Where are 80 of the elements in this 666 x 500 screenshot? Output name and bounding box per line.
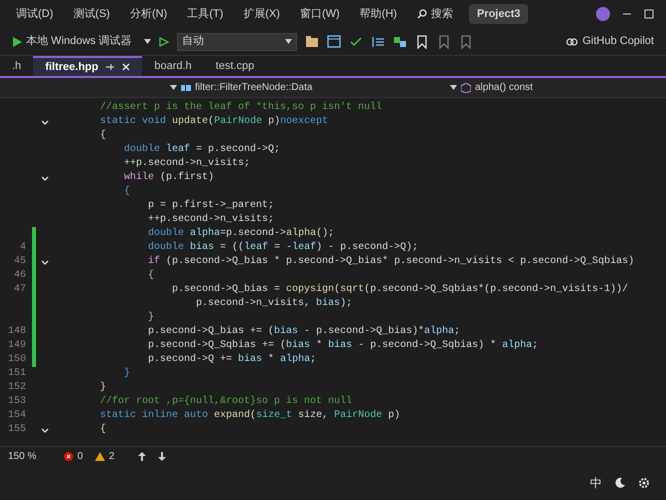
close-icon	[122, 63, 130, 71]
caret-icon	[144, 39, 151, 44]
menu-item[interactable]: 工具(T)	[183, 6, 228, 22]
code-line: while (p.first)	[123, 171, 214, 185]
code-line: p.second->n_visits, bias);	[195, 297, 352, 311]
error-icon	[64, 452, 74, 461]
code-line: {	[147, 269, 154, 283]
menu-item[interactable]: 帮助(H)	[356, 6, 401, 22]
code-line: {	[99, 423, 106, 437]
moon-icon	[614, 477, 626, 489]
menu-item[interactable]: 测试(S)	[69, 6, 114, 22]
search-icon	[416, 9, 427, 19]
code-line: static void update(PairNode p)noexcept	[99, 115, 328, 129]
code-line: double bias = ((leaf = -leaf) - p.second->Q);	[147, 241, 418, 255]
copilot-button[interactable]: GitHub Copilot	[562, 33, 658, 50]
project-name: Project3	[468, 4, 528, 24]
code-line: p.second->Q_bias = copysign(sqrt(p.second->Q_Sqbias*(p.second->n_visits-1))/	[171, 283, 628, 297]
menu-item[interactable]: 分析(N)	[126, 6, 172, 22]
line-number: 149	[8, 340, 26, 351]
code-line: }	[123, 367, 130, 381]
indent-icon	[370, 34, 385, 48]
code-line: //assert p is the leaf of *this,so p isn't null	[99, 101, 382, 115]
line-number: 151	[8, 368, 26, 379]
down-arrow-icon	[158, 452, 166, 461]
avatar-icon	[596, 7, 610, 21]
code-line: {	[123, 185, 130, 199]
line-number: 150	[8, 354, 26, 365]
zoom-level[interactable]: 150 %	[8, 449, 36, 464]
folder-icon	[304, 34, 319, 48]
play-icon	[12, 36, 22, 46]
code-line: {	[99, 129, 106, 143]
play-outline-icon	[158, 36, 169, 46]
code-line: p.second->Q += bias * alpha;	[147, 353, 316, 367]
file-tab[interactable]: filtree.hpp	[33, 56, 142, 76]
menu-item[interactable]: 窗口(W)	[296, 6, 344, 22]
file-tab[interactable]: board.h	[142, 56, 204, 76]
settings-icon	[638, 477, 650, 489]
file-tab[interactable]: .h	[0, 56, 34, 76]
code-line: ++p.second->n_visits;	[147, 213, 274, 227]
input-method-indicator[interactable]: 中	[590, 474, 602, 492]
error-count: 0	[77, 450, 83, 464]
caret-icon	[284, 39, 292, 44]
caret-icon	[450, 85, 457, 90]
code-line: if (p.second->Q_bias * p.second->Q_bias* p.second->n_visits < p.second->Q_Sqbias)	[147, 255, 634, 269]
line-number: 152	[8, 382, 26, 393]
member-dropdown[interactable]: alpha() const	[450, 80, 533, 95]
window-icon	[326, 34, 341, 48]
maximize-icon	[644, 9, 654, 19]
line-number: 155	[8, 424, 26, 435]
run-button[interactable]: 本地 Windows 调试器	[8, 33, 136, 50]
warning-icon	[94, 452, 105, 461]
line-number: 47	[14, 284, 26, 295]
code-line: double leaf = p.second->Q;	[123, 143, 280, 157]
search-button[interactable]: 搜索	[412, 6, 457, 22]
code-line: p = p.first->_parent;	[147, 199, 274, 213]
line-number: 154	[8, 410, 26, 421]
code-line: p.second->Q_bias += (bias - p.second->Q_bias)*alpha;	[147, 325, 460, 339]
config-dropdown[interactable]: 自动	[176, 32, 297, 50]
menu-item[interactable]: 调试(D)	[12, 6, 58, 22]
code-line: double alpha=p.second->alpha();	[147, 227, 334, 241]
caret-icon	[170, 85, 177, 90]
code-line: p.second->Q_Sqbias += (bias * bias - p.second->Q_Sqbias) * alpha;	[147, 339, 538, 353]
line-number: 46	[14, 270, 26, 281]
code-line: static inline auto expand(size_t size, PairNode p)	[99, 409, 400, 423]
bookmark-icon	[436, 34, 451, 48]
menu-item[interactable]: 扩展(X)	[239, 6, 284, 22]
line-number: 4	[20, 242, 26, 253]
code-line: //for root ,p={null,&root}so p is not null	[99, 395, 352, 409]
code-line: }	[99, 381, 106, 395]
code-line: }	[147, 311, 154, 325]
code-line: ++p.second->n_visits;	[123, 157, 250, 171]
line-number: 45	[14, 256, 26, 267]
line-number: 153	[8, 396, 26, 407]
file-tab[interactable]: test.cpp	[204, 56, 266, 76]
bookmark-icon	[414, 34, 429, 48]
bookmark-icon	[458, 34, 473, 48]
scope-dropdown[interactable]: filter::FilterTreeNode::Data	[170, 80, 450, 95]
line-number: 148	[8, 326, 26, 337]
up-arrow-icon	[138, 452, 146, 461]
warning-count: 2	[108, 450, 114, 464]
